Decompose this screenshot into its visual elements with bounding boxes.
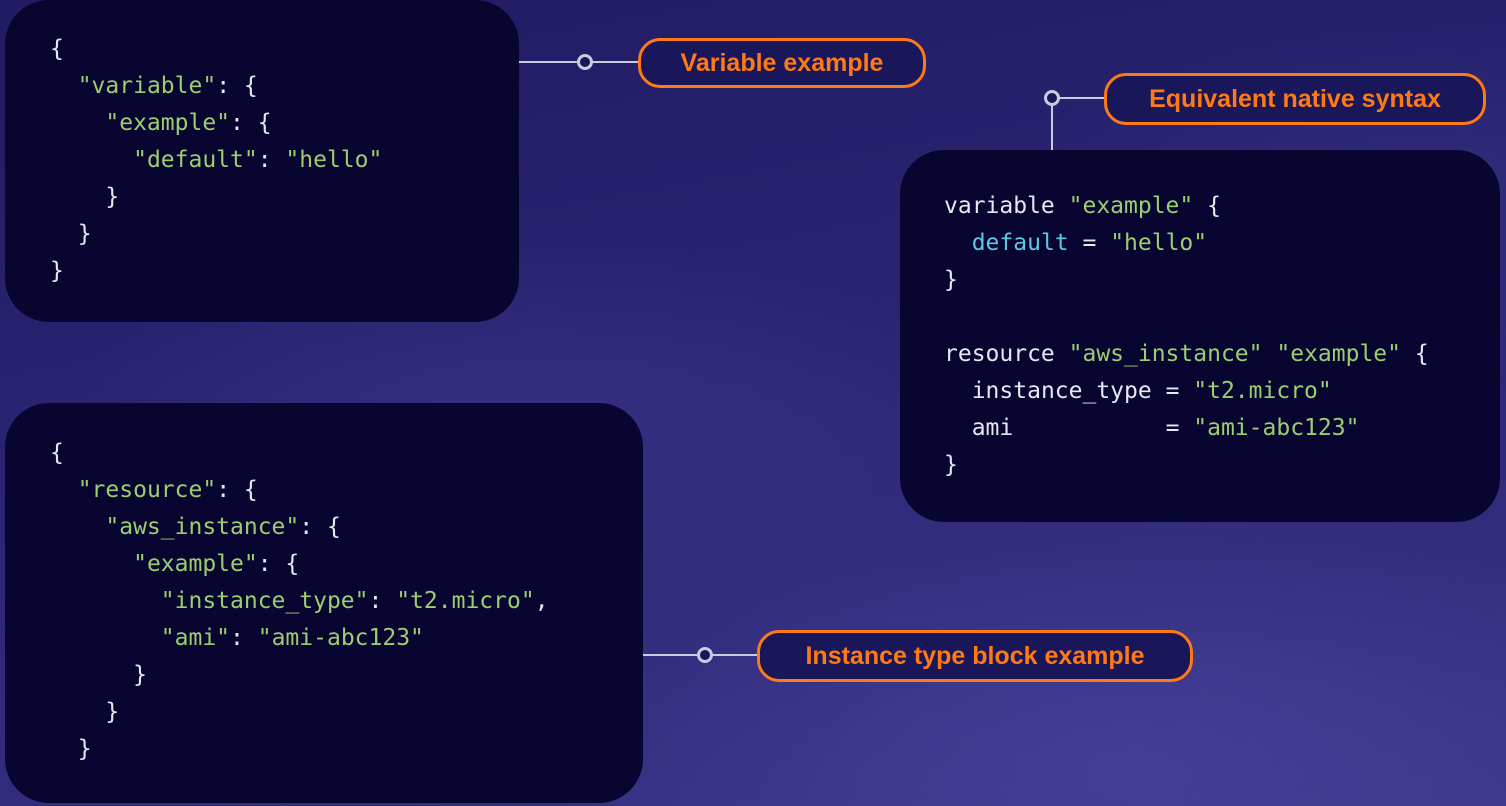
instance-type-block-example-label: Instance type block example	[757, 630, 1193, 682]
native-syntax-connector	[1044, 90, 1108, 150]
equivalent-native-syntax-label: Equivalent native syntax	[1104, 73, 1486, 125]
instance-type-connector	[643, 647, 760, 663]
variable-example-connector	[519, 54, 642, 70]
variable-example-label: Variable example	[638, 38, 926, 88]
